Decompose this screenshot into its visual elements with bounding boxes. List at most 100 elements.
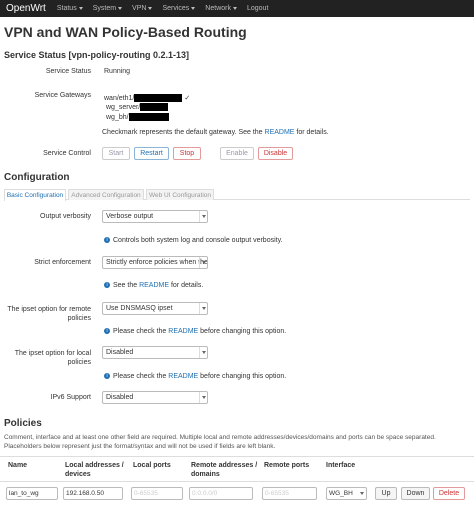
ipset-local-value: Disabled — [106, 349, 134, 356]
gateway-note: Checkmark represents the default gateway… — [102, 129, 329, 136]
ipset-remote-label-line1: The ipset option for remote — [7, 306, 91, 313]
strict-help-pre: See the — [113, 282, 140, 289]
strict-enforcement-label: Strict enforcement — [34, 259, 91, 266]
readme-link[interactable]: README — [265, 129, 295, 136]
chevron-down-icon — [360, 492, 364, 495]
redacted-block — [140, 103, 169, 111]
gateway-wg-bh-label: wg_bh/ — [106, 113, 129, 121]
chevron-down-icon — [199, 303, 207, 314]
chevron-down-icon — [199, 347, 207, 358]
menu-system[interactable]: System — [88, 5, 127, 12]
menu-vpn[interactable]: VPN — [127, 5, 157, 12]
column-local-addresses-line1: Local addresses / — [65, 462, 124, 469]
menu-services[interactable]: Services — [157, 5, 200, 12]
chevron-down-icon — [199, 257, 207, 268]
gateway-note-pre: Checkmark represents the default gateway… — [102, 129, 265, 136]
strict-enforcement-select[interactable]: Strictly enforce policies when the — [102, 256, 208, 269]
ipv6-support-label: IPv6 Support — [50, 394, 91, 401]
column-remote-addresses-line2: domains — [191, 471, 220, 478]
chevron-down-icon — [199, 211, 207, 222]
policy-delete-button[interactable]: Delete — [433, 487, 465, 500]
strict-enforcement-help: i See the README for details. — [104, 282, 203, 289]
restart-button[interactable]: Restart — [134, 147, 169, 160]
column-remote-addresses: Remote addresses / domains — [191, 461, 257, 479]
output-verbosity-help-text: Controls both system log and console out… — [113, 237, 283, 244]
ipv6-support-value: Disabled — [106, 394, 134, 401]
chevron-down-icon — [191, 7, 196, 10]
ipset-local-label-line1: The ipset option for local — [14, 350, 91, 357]
column-remote-addresses-line1: Remote addresses / — [191, 462, 258, 469]
stop-button[interactable]: Stop — [173, 147, 201, 160]
column-local-addresses: Local addresses / devices — [65, 461, 124, 479]
redacted-block — [134, 94, 183, 103]
enable-button[interactable]: Enable — [220, 147, 254, 160]
policy-name-input[interactable]: lan_to_wg — [6, 487, 58, 500]
config-tabs: Basic Configuration Advanced Configurati… — [4, 189, 470, 201]
ipset-remote-help-post: before changing this option. — [198, 328, 287, 335]
chevron-down-icon — [118, 7, 123, 10]
output-verbosity-help: i Controls both system log and console ou… — [104, 237, 283, 244]
readme-link[interactable]: README — [168, 328, 198, 335]
page-title: VPN and WAN Policy-Based Routing — [4, 24, 247, 40]
redacted-block — [128, 113, 169, 121]
policy-up-button[interactable]: Up — [375, 487, 397, 500]
chevron-down-icon — [148, 7, 153, 10]
menu-services-label: Services — [162, 5, 190, 12]
column-local-ports: Local ports — [133, 462, 171, 469]
gateway-wg-bh: wg_bh/ — [106, 113, 169, 121]
ipset-local-label-line2: policies — [67, 359, 91, 366]
tab-advanced-configuration[interactable]: Advanced Configuration — [68, 189, 144, 200]
gateway-wan-label: wan/eth1/ — [104, 95, 135, 102]
policies-heading: Policies — [4, 418, 42, 429]
menu-network-label: Network — [205, 5, 231, 12]
ipv6-support-select[interactable]: Disabled — [102, 391, 208, 404]
column-name: Name — [8, 462, 28, 469]
service-status-label: Service Status — [45, 68, 91, 75]
ipset-local-help-post: before changing this option. — [198, 373, 287, 380]
strict-help-post: for details. — [169, 282, 204, 289]
policy-local-addresses-input[interactable]: 192.168.0.50 — [63, 487, 123, 500]
column-local-addresses-line2: devices — [65, 471, 91, 478]
readme-link[interactable]: README — [139, 282, 169, 289]
ipset-local-select[interactable]: Disabled — [102, 346, 208, 359]
info-icon: i — [104, 282, 110, 289]
chevron-down-icon — [78, 7, 83, 10]
ipset-remote-select[interactable]: Use DNSMASQ ipset — [102, 302, 208, 315]
policy-remote-ports-input[interactable]: 0-65535 — [262, 487, 317, 500]
tab-basic-configuration[interactable]: Basic Configuration — [4, 189, 66, 201]
tab-web-ui-configuration[interactable]: Web UI Configuration — [146, 189, 214, 200]
service-status-value: Running — [104, 68, 131, 75]
output-verbosity-label: Output verbosity — [40, 213, 91, 220]
ipset-remote-label-line2: policies — [67, 315, 91, 322]
gateway-note-post: for details. — [294, 129, 329, 136]
start-button[interactable]: Start — [102, 147, 130, 160]
disable-button[interactable]: Disable — [258, 147, 293, 160]
menu-status[interactable]: Status — [52, 5, 88, 12]
menu-system-label: System — [92, 5, 117, 12]
policy-interface-select[interactable]: WG_BH — [326, 487, 367, 500]
policies-note-2: Placeholders below represent just the fo… — [4, 443, 276, 450]
ipset-local-label: The ipset option for local policies — [0, 349, 91, 367]
service-gateways-label: Service Gateways — [34, 92, 91, 99]
gateway-wg-server: wg_server/ — [106, 103, 169, 111]
ipset-local-help-pre: Please check the — [113, 373, 169, 380]
info-icon: i — [104, 373, 110, 380]
policy-down-button[interactable]: Down — [401, 487, 430, 500]
menu-network[interactable]: Network — [200, 5, 242, 12]
menu-vpn-label: VPN — [132, 5, 147, 12]
ipset-remote-help-pre: Please check the — [113, 328, 169, 335]
output-verbosity-select[interactable]: Verbose output — [102, 210, 208, 223]
policy-remote-addresses-input[interactable]: 0.0.0.0/0 — [189, 487, 253, 500]
configuration-heading: Configuration — [4, 172, 70, 183]
info-icon: i — [104, 237, 110, 244]
brand-logo[interactable]: OpenWrt — [0, 3, 52, 14]
service-control-label: Service Control — [43, 150, 91, 157]
menu-logout[interactable]: Logout — [242, 5, 273, 12]
top-navbar: OpenWrt Status System VPN Services Netwo… — [0, 0, 474, 17]
readme-link[interactable]: README — [168, 373, 198, 380]
ipset-local-help: i Please check the README before changing… — [104, 373, 286, 380]
output-verbosity-value: Verbose output — [106, 213, 154, 220]
policies-table-header: Name Local addresses / devices Local por… — [0, 456, 474, 482]
ipset-remote-help: i Please check the README before changing… — [104, 328, 286, 335]
policy-local-ports-input[interactable]: 0-65535 — [131, 487, 183, 500]
